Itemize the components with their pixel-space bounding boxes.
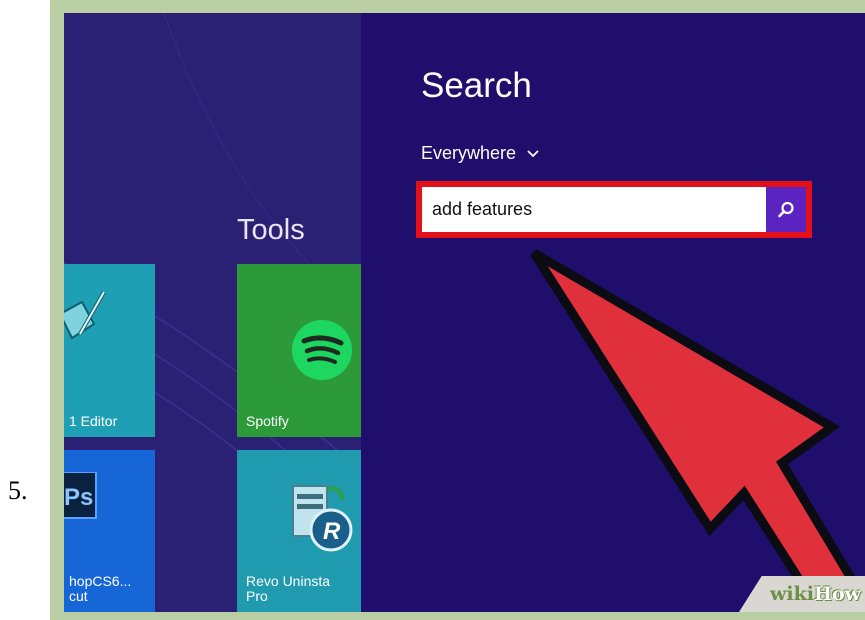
svg-text:R: R	[323, 518, 341, 545]
annotation-arrow	[530, 249, 860, 612]
search-button[interactable]	[766, 187, 806, 232]
spotify-icon	[292, 320, 352, 380]
svg-text:Ps: Ps	[64, 484, 93, 511]
search-icon	[778, 201, 794, 217]
tile-revo-uninstaller[interactable]: R Revo Uninsta Pro	[237, 450, 361, 612]
search-scope-dropdown[interactable]: Everywhere	[421, 143, 540, 164]
search-highlight-box	[416, 181, 812, 238]
revo-uninstaller-icon: R	[292, 485, 353, 552]
search-input[interactable]	[422, 187, 766, 232]
tile-revo-label: Revo Uninsta Pro	[246, 573, 331, 604]
tile-photoshop-label: hopCS6... cut	[69, 573, 132, 604]
tile-spotify[interactable]: Spotify	[237, 264, 361, 437]
photoshop-icon: Ps	[64, 472, 97, 519]
tile-spotify-label: Spotify	[246, 413, 289, 429]
watermark-wiki: wiki	[770, 583, 815, 605]
step-number: 5.	[8, 476, 28, 505]
watermark-how: How	[814, 583, 861, 605]
search-title: Search	[421, 66, 532, 105]
tile-editor-label: 1 Editor	[69, 413, 118, 429]
editor-icon	[64, 291, 106, 340]
search-box	[422, 187, 806, 232]
tile-editor[interactable]: 1 Editor	[64, 264, 155, 437]
tools-group-title: Tools	[237, 214, 305, 246]
search-scope-label: Everywhere	[421, 143, 517, 163]
tile-photoshop[interactable]: Ps hopCS6... cut	[64, 450, 155, 612]
chevron-down-icon	[527, 149, 539, 157]
windows-start-screen: Tools 1 Editor Ps hopCS6... cut Spotify	[64, 13, 865, 612]
